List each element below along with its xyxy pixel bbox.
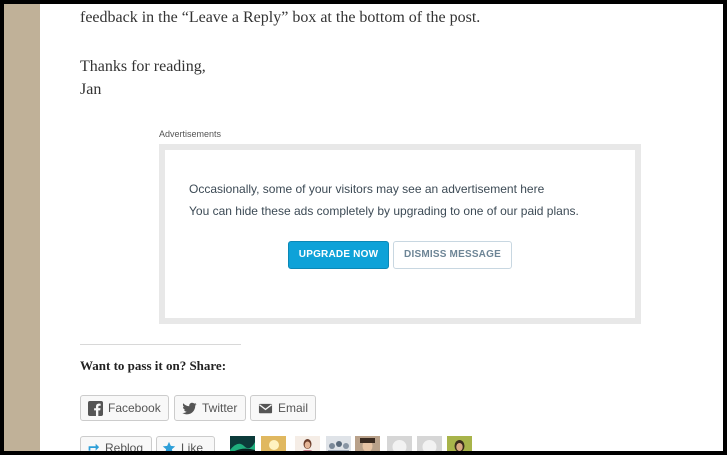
landscape-avatar[interactable] — [261, 436, 286, 451]
email-label: Email — [278, 401, 309, 415]
aurora-avatar[interactable] — [230, 436, 255, 451]
share-twitter-button[interactable]: Twitter — [174, 395, 246, 421]
woman-avatar[interactable] — [295, 436, 320, 451]
twitter-label: Twitter — [202, 401, 238, 415]
facebook-label: Facebook — [108, 401, 161, 415]
facebook-icon — [88, 401, 103, 416]
like-button[interactable]: Like — [156, 436, 215, 451]
reblog-button[interactable]: Reblog — [80, 436, 152, 451]
twitter-icon — [182, 402, 197, 415]
upgrade-now-button[interactable]: UPGRADE NOW — [288, 241, 389, 269]
reblog-label: Reblog — [105, 441, 144, 451]
email-icon — [258, 403, 273, 414]
ad-message-line-2: You can hide these ads completely by upg… — [189, 204, 579, 218]
browser-viewport: feedback in the “Leave a Reply” box at t… — [4, 4, 723, 451]
ads-label: Advertisements — [159, 129, 222, 139]
dismiss-message-button[interactable]: DISMISS MESSAGE — [393, 241, 512, 269]
post-signature: Jan — [80, 81, 102, 98]
share-heading: Want to pass it on? Share: — [80, 358, 227, 373]
default-avatar[interactable] — [417, 436, 442, 451]
ad-box: Occasionally, some of your visitors may … — [159, 144, 641, 324]
post-thanks: Thanks for reading, — [80, 58, 206, 75]
share-email-button[interactable]: Email — [250, 395, 316, 421]
reblog-icon — [88, 443, 100, 451]
share-facebook-button[interactable]: Facebook — [80, 395, 169, 421]
post-text-line: feedback in the “Leave a Reply” box at t… — [80, 9, 481, 26]
like-label: Like — [181, 441, 204, 451]
share-divider — [80, 344, 241, 345]
group-avatar[interactable] — [326, 436, 351, 451]
face-avatar[interactable] — [355, 436, 380, 451]
sidebar-strip — [4, 4, 40, 451]
star-icon — [162, 441, 176, 451]
ad-message-line-1: Occasionally, some of your visitors may … — [189, 182, 545, 196]
default-avatar[interactable] — [387, 436, 412, 451]
portrait-avatar[interactable] — [447, 436, 472, 451]
